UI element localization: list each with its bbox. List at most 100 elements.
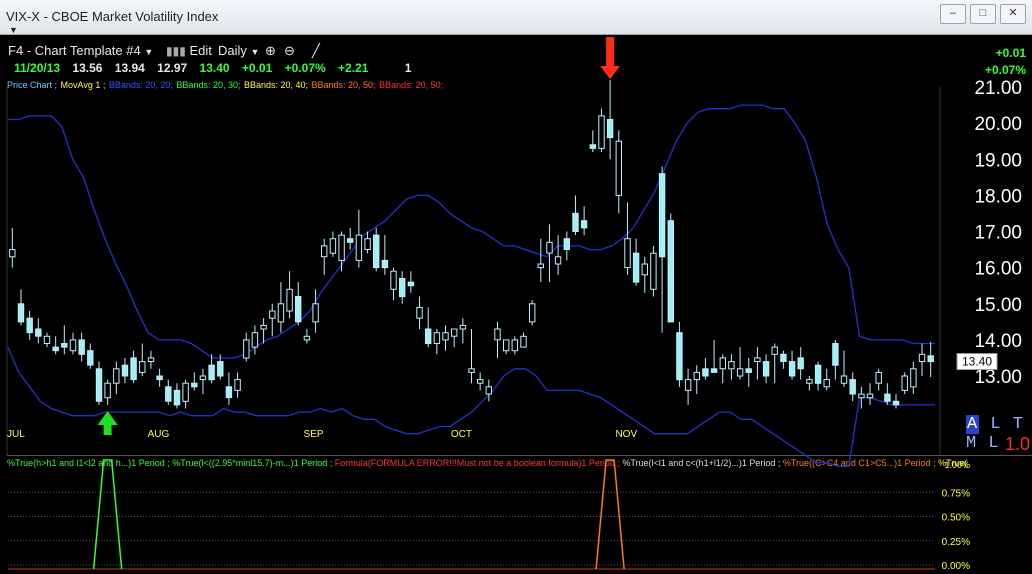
candle-body bbox=[702, 368, 709, 377]
candle-body bbox=[615, 140, 622, 196]
candle-body bbox=[95, 368, 103, 402]
candle-body bbox=[9, 249, 16, 258]
indicator-y-tick: 0.00% bbox=[942, 561, 970, 572]
candle-body bbox=[563, 238, 570, 250]
candle-body bbox=[503, 339, 510, 352]
candle-body bbox=[901, 375, 908, 391]
candle-body bbox=[52, 346, 59, 352]
candle-body bbox=[286, 288, 293, 312]
candle-body bbox=[208, 364, 215, 381]
candle-body bbox=[736, 368, 744, 377]
candle-body bbox=[87, 350, 94, 366]
candle-body bbox=[147, 357, 155, 362]
candle-body bbox=[173, 389, 181, 406]
y-tick-label: 17.00 bbox=[974, 223, 1022, 244]
candle-body bbox=[451, 328, 458, 337]
candle-body bbox=[554, 256, 562, 265]
candle-body bbox=[589, 144, 596, 149]
candle-body bbox=[191, 382, 198, 388]
candle-body bbox=[269, 310, 276, 319]
candle-body bbox=[243, 339, 250, 359]
x-tick-label: JUL bbox=[7, 429, 25, 440]
candle-body bbox=[69, 339, 77, 352]
candle-body bbox=[312, 303, 319, 323]
candle-body bbox=[156, 375, 163, 381]
candle-body bbox=[104, 382, 111, 399]
candle-body bbox=[537, 263, 544, 269]
candle-body bbox=[17, 303, 25, 323]
x-tick-label: SEP bbox=[304, 429, 324, 440]
candle-body bbox=[347, 238, 354, 243]
candle-body bbox=[788, 361, 796, 377]
candle-body bbox=[520, 335, 527, 348]
candle-body bbox=[814, 364, 822, 384]
green-up-arrow-icon bbox=[97, 411, 118, 435]
candle-body bbox=[650, 252, 657, 290]
candle-body bbox=[667, 220, 674, 323]
indicator-top-label: 1.00% bbox=[944, 460, 970, 470]
candle-body bbox=[884, 393, 891, 402]
candle-body bbox=[364, 238, 371, 250]
candle-body bbox=[745, 368, 752, 373]
candle-body bbox=[494, 328, 501, 341]
y-tick-label: 19.00 bbox=[974, 150, 1022, 171]
candle-body bbox=[260, 324, 267, 330]
indicator-spike bbox=[92, 459, 123, 570]
candle-body bbox=[840, 375, 848, 384]
indicator-spike bbox=[595, 459, 625, 570]
candle-body bbox=[632, 252, 640, 283]
candle-body bbox=[832, 343, 839, 366]
candle-body bbox=[199, 375, 207, 381]
candle-body bbox=[762, 361, 770, 377]
y-tick-label: 15.00 bbox=[974, 295, 1022, 316]
candle-body bbox=[693, 371, 700, 381]
candle-body bbox=[849, 379, 856, 395]
y-tick-label: 21.00 bbox=[974, 78, 1022, 99]
candle-body bbox=[407, 281, 415, 287]
candle-body bbox=[416, 306, 423, 319]
y-tick-label: 18.00 bbox=[974, 186, 1022, 207]
candle-body bbox=[381, 259, 389, 269]
candle-body bbox=[130, 357, 137, 381]
candle-body bbox=[390, 270, 397, 290]
candle-body bbox=[217, 361, 224, 377]
candle-body bbox=[892, 400, 900, 406]
candle-body bbox=[165, 386, 172, 402]
indicator-y-tick: 0.50% bbox=[942, 513, 970, 524]
candle-body bbox=[399, 278, 406, 298]
candle-body bbox=[754, 357, 761, 362]
candle-body bbox=[251, 332, 259, 348]
candle-body bbox=[676, 332, 683, 381]
indicator-y-tick: 0.75% bbox=[942, 488, 970, 499]
candle-body bbox=[580, 220, 588, 229]
candle-body bbox=[806, 379, 813, 384]
candle-body bbox=[658, 173, 666, 258]
candle-body bbox=[477, 379, 484, 384]
candle-body bbox=[866, 393, 874, 399]
candle-body bbox=[771, 346, 778, 355]
candle-body bbox=[797, 357, 804, 370]
candle-body bbox=[780, 353, 787, 362]
x-tick-label: AUG bbox=[148, 429, 170, 440]
candle-body bbox=[139, 361, 146, 373]
candle-body bbox=[373, 234, 380, 269]
candle-body bbox=[684, 379, 692, 391]
candle-body bbox=[321, 245, 328, 258]
price-chart[interactable]: 21.00 20.00 19.00 18.00 17.00 16.00 15.00 14.00… bbox=[0, 0, 1032, 574]
candle-body bbox=[182, 382, 189, 402]
candle-body bbox=[26, 317, 33, 334]
x-tick-label: OCT bbox=[451, 429, 472, 440]
candle-body bbox=[910, 368, 917, 388]
candle-body bbox=[338, 234, 345, 261]
candle-body bbox=[641, 263, 648, 276]
candle-body bbox=[511, 339, 518, 352]
candle-body bbox=[927, 355, 934, 363]
x-tick-label: NOV bbox=[615, 429, 637, 440]
candle-body bbox=[719, 357, 726, 370]
candle-body bbox=[858, 393, 865, 399]
candle-body bbox=[35, 328, 42, 337]
candle-body bbox=[295, 296, 302, 323]
y-tick-label: 20.00 bbox=[974, 114, 1022, 135]
candle-body bbox=[485, 386, 493, 395]
price-tag-label: 13.40 bbox=[962, 355, 992, 369]
